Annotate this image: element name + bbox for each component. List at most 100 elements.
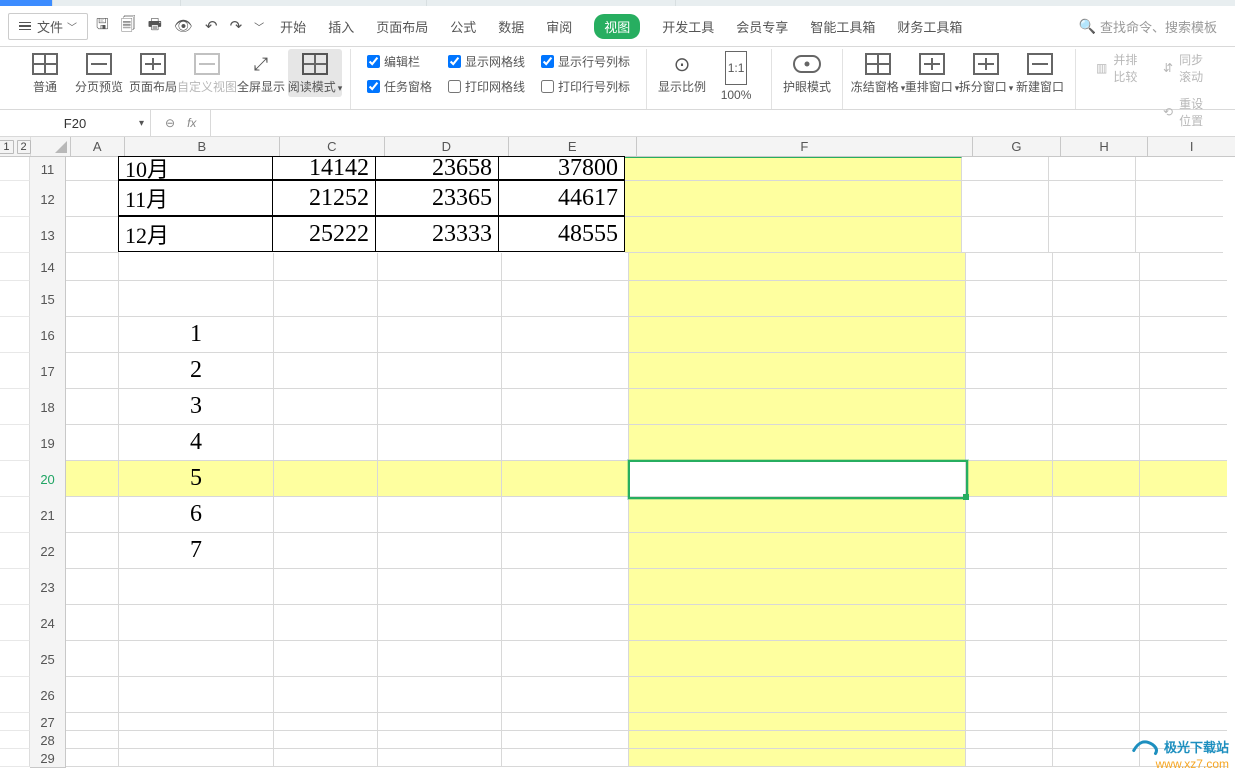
cell-G16[interactable] <box>966 317 1053 353</box>
cell-H19[interactable] <box>1053 425 1140 461</box>
save-as-icon[interactable]: 🗐 <box>121 14 136 39</box>
cell-E19[interactable] <box>502 425 629 461</box>
cell-G15[interactable] <box>966 281 1053 317</box>
row-header[interactable]: 23 <box>30 569 66 606</box>
cell-G14[interactable] <box>966 253 1053 281</box>
cell-G20[interactable] <box>966 461 1053 497</box>
cell-A16[interactable] <box>66 317 119 353</box>
tab-workbook[interactable]: 工作簿1.20220816081435325× <box>427 0 675 6</box>
cell-D11[interactable]: 23658 <box>375 156 499 180</box>
cell-B25[interactable] <box>119 641 274 677</box>
cell-E27[interactable] <box>502 713 629 731</box>
cell-I18[interactable] <box>1140 389 1227 425</box>
cell-F22[interactable] <box>629 533 966 569</box>
cell-G11[interactable] <box>962 157 1049 181</box>
cell-A27[interactable] <box>66 713 119 731</box>
save-icon[interactable]: 🖫 <box>96 14 109 39</box>
cell-E16[interactable] <box>502 317 629 353</box>
cell-A19[interactable] <box>66 425 119 461</box>
cell-E12[interactable]: 44617 <box>498 180 625 216</box>
zoom-ratio-button[interactable]: ⊙显示比例 <box>655 49 709 96</box>
cell-H15[interactable] <box>1053 281 1140 317</box>
cell-A29[interactable] <box>66 749 119 767</box>
row-header[interactable]: 27 <box>30 713 66 732</box>
cell-G19[interactable] <box>966 425 1053 461</box>
cell-F23[interactable] <box>629 569 966 605</box>
cell-I11[interactable] <box>1136 157 1223 181</box>
cell-C13[interactable]: 25222 <box>272 216 376 252</box>
cell-C20[interactable] <box>274 461 378 497</box>
cell-D14[interactable] <box>378 253 502 281</box>
menu-insert[interactable]: 插入 <box>328 17 354 36</box>
cancel-formula-icon[interactable]: ⊖ <box>165 116 175 130</box>
cell-C28[interactable] <box>274 731 378 749</box>
view-page-break-button[interactable]: 分页预览 <box>72 49 126 96</box>
cell-D20[interactable] <box>378 461 502 497</box>
tab-templates[interactable]: 找稻壳模板× <box>53 0 181 6</box>
cell-E24[interactable] <box>502 605 629 641</box>
cell-F12[interactable] <box>625 181 962 217</box>
row-header[interactable]: 16 <box>30 317 66 354</box>
cell-B21[interactable]: 6 <box>119 497 274 533</box>
cell-B11[interactable]: 10月 <box>118 156 273 180</box>
cell-H12[interactable] <box>1049 181 1136 217</box>
split-window-button[interactable]: 拆分窗口▾ <box>959 49 1013 97</box>
cell-E28[interactable] <box>502 731 629 749</box>
cell-B27[interactable] <box>119 713 274 731</box>
cell-B24[interactable] <box>119 605 274 641</box>
cell-E13[interactable]: 48555 <box>498 216 625 252</box>
cell-H21[interactable] <box>1053 497 1140 533</box>
row-header[interactable]: 26 <box>30 677 66 714</box>
cell-E15[interactable] <box>502 281 629 317</box>
cell-C22[interactable] <box>274 533 378 569</box>
cell-C19[interactable] <box>274 425 378 461</box>
cell-I25[interactable] <box>1140 641 1227 677</box>
cell-H20[interactable] <box>1053 461 1140 497</box>
menu-start[interactable]: 开始 <box>280 17 306 36</box>
cell-C11[interactable]: 14142 <box>272 156 376 180</box>
cell-A12[interactable] <box>66 181 119 217</box>
cell-I19[interactable] <box>1140 425 1227 461</box>
row-header[interactable]: 14 <box>30 253 66 282</box>
cell-H29[interactable] <box>1053 749 1140 767</box>
cell-H26[interactable] <box>1053 677 1140 713</box>
cell-B17[interactable]: 2 <box>119 353 274 389</box>
cell-C21[interactable] <box>274 497 378 533</box>
col-header-A[interactable]: A <box>71 137 125 156</box>
row-header[interactable]: 17 <box>30 353 66 390</box>
col-header-H[interactable]: H <box>1061 137 1149 156</box>
cell-B12[interactable]: 11月 <box>118 180 273 216</box>
menu-member[interactable]: 会员专享 <box>736 17 788 36</box>
cell-H11[interactable] <box>1049 157 1136 181</box>
formula-input[interactable] <box>211 110 1235 136</box>
view-reading-mode-button[interactable]: 阅读模式▾ <box>288 49 342 97</box>
cell-F15[interactable] <box>629 281 966 317</box>
cell-I28[interactable] <box>1140 731 1227 749</box>
row-header[interactable]: 29 <box>30 749 66 768</box>
zoom-100-button[interactable]: 1:1100% <box>709 49 763 104</box>
cell-A26[interactable] <box>66 677 119 713</box>
new-tab-button[interactable]: ＋ <box>676 0 716 6</box>
undo-icon[interactable]: ↶ <box>205 17 218 35</box>
cell-I26[interactable] <box>1140 677 1227 713</box>
cell-D12[interactable]: 23365 <box>375 180 499 216</box>
row-header[interactable]: 15 <box>30 281 66 318</box>
cell-E23[interactable] <box>502 569 629 605</box>
cell-I17[interactable] <box>1140 353 1227 389</box>
cell-D26[interactable] <box>378 677 502 713</box>
cell-D27[interactable] <box>378 713 502 731</box>
chk-task-pane[interactable]: 任务窗格 <box>367 78 432 95</box>
cell-D22[interactable] <box>378 533 502 569</box>
cell-A11[interactable] <box>66 157 119 181</box>
row-header[interactable]: 22 <box>30 533 66 570</box>
cell-C25[interactable] <box>274 641 378 677</box>
cell-C18[interactable] <box>274 389 378 425</box>
print-preview-icon[interactable]: 👁 <box>174 17 193 35</box>
cell-A22[interactable] <box>66 533 119 569</box>
cell-C14[interactable] <box>274 253 378 281</box>
row-header[interactable]: 20 <box>30 461 66 498</box>
cell-H28[interactable] <box>1053 731 1140 749</box>
cell-H22[interactable] <box>1053 533 1140 569</box>
row-header[interactable]: 11 <box>30 157 66 182</box>
cell-E18[interactable] <box>502 389 629 425</box>
